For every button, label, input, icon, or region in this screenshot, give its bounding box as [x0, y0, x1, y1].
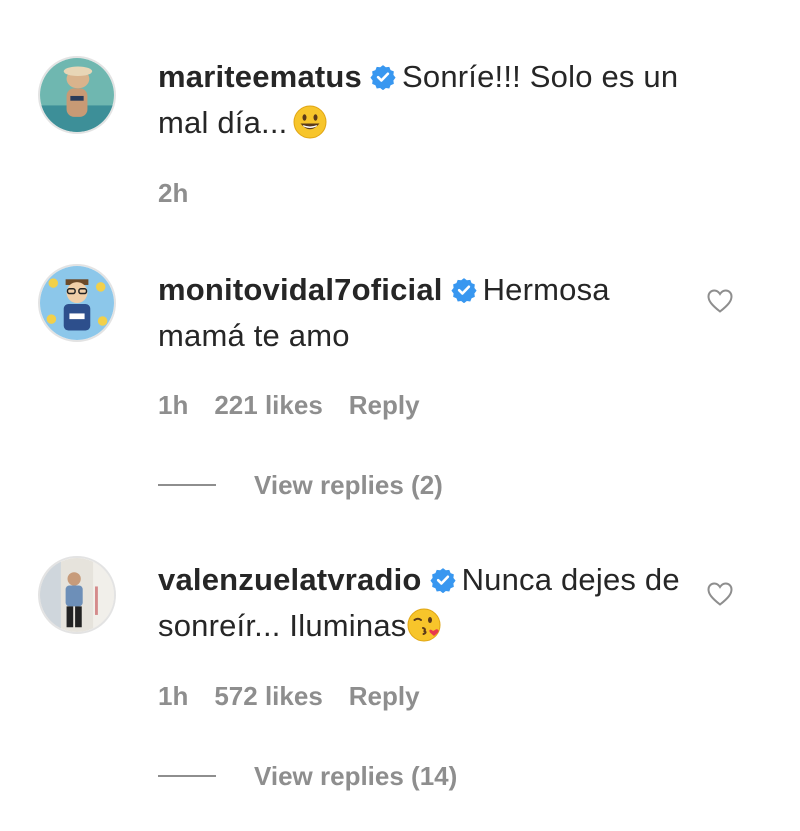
timestamp: 1h [158, 681, 189, 711]
reply-button[interactable]: Reply [349, 390, 420, 420]
avatar-photo [40, 266, 114, 340]
kiss-emoji-icon [407, 608, 441, 642]
replies-divider-line [158, 484, 216, 486]
comment-meta: 1h 572 likes Reply [158, 681, 446, 712]
timestamp: 1h [158, 390, 189, 420]
username-link[interactable]: valenzuelatvradio [158, 562, 422, 597]
comment-meta: 1h 221 likes Reply [158, 390, 446, 421]
view-replies-button[interactable]: View replies (14) [158, 761, 457, 792]
avatar[interactable] [38, 56, 116, 134]
view-replies-button[interactable]: View replies (2) [158, 470, 443, 501]
verified-badge-icon [429, 568, 456, 593]
like-heart-icon[interactable] [706, 287, 734, 315]
like-heart-icon[interactable] [706, 580, 734, 608]
comment-meta: 2h [158, 178, 214, 209]
likes-count[interactable]: 221 likes [214, 390, 322, 420]
avatar[interactable] [38, 556, 116, 634]
verified-badge-icon [370, 65, 396, 90]
username-link[interactable]: monitovidal7oficial [158, 272, 443, 307]
likes-count[interactable]: 572 likes [214, 681, 322, 711]
view-replies-label: View replies (14) [254, 761, 458, 791]
view-replies-label: View replies (2) [254, 470, 443, 500]
replies-divider-line [158, 775, 216, 777]
avatar-photo [40, 58, 114, 132]
timestamp: 2h [158, 178, 189, 208]
verified-badge-icon [451, 278, 477, 303]
comment-text-block: valenzuelatvradio Nunca dejes de sonreír.… [158, 557, 698, 649]
username-link[interactable]: mariteematus [158, 59, 362, 94]
avatar[interactable] [38, 264, 116, 342]
reply-button[interactable]: Reply [349, 681, 420, 711]
comment-text-block: mariteematus Sonríe!!! Solo es un mal día… [158, 54, 698, 146]
comment-text-block: monitovidal7oficial Hermosa mamá te amo [158, 267, 698, 359]
smiley-emoji-icon [293, 105, 326, 139]
avatar-photo [40, 558, 114, 632]
